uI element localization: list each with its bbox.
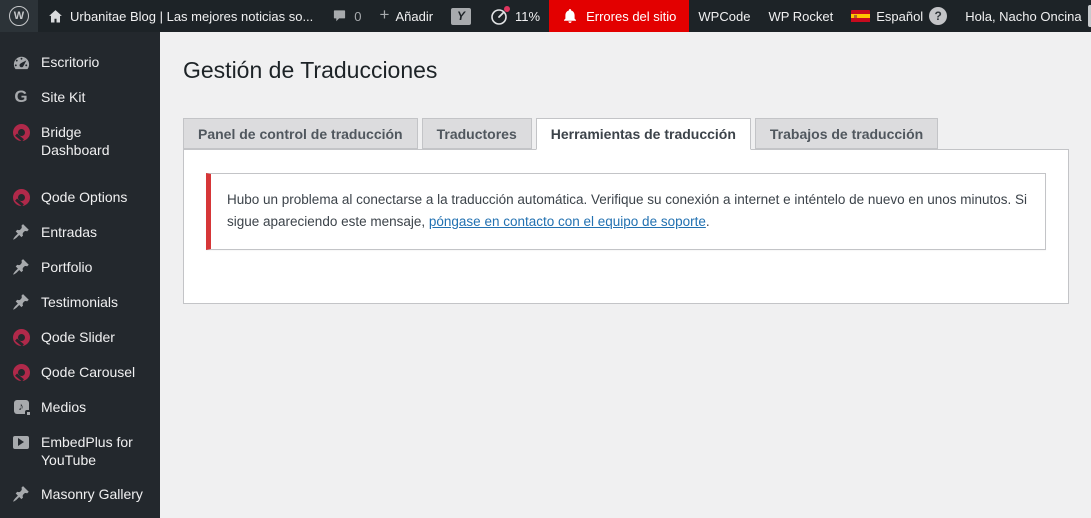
- error-notice-suffix: .: [705, 214, 710, 230]
- sidebar-item-medios[interactable]: ♪ Medios: [0, 390, 160, 425]
- wprocket-menu[interactable]: WP Rocket: [759, 0, 842, 32]
- spain-flag-icon: [851, 9, 871, 23]
- sidebar-item-site-kit[interactable]: G Site Kit: [0, 80, 160, 115]
- wpcode-label: WPCode: [698, 8, 751, 24]
- sidebar-item-label: Qode Slider: [41, 329, 115, 345]
- gauge-icon: [489, 6, 511, 26]
- google-g-icon: G: [14, 87, 28, 106]
- main-content: Gestión de Traducciones Panel de control…: [160, 32, 1091, 518]
- support-link[interactable]: póngase en contacto con el equipo de sop…: [429, 214, 706, 229]
- sidebar-item-label: Portfolio: [41, 259, 93, 275]
- language-menu[interactable]: Español ?: [842, 0, 956, 32]
- tab-herramientas-de-traduccion[interactable]: Herramientas de traducción: [535, 118, 751, 150]
- tab-traductores[interactable]: Traductores: [421, 118, 532, 149]
- language-label: Español: [876, 8, 924, 24]
- qode-logo-icon: [11, 362, 31, 382]
- seo-score-value: 11%: [515, 8, 541, 24]
- comment-bubble-icon: [334, 10, 346, 22]
- wordpress-logo-icon: W: [9, 6, 29, 26]
- sidebar-item-label: Escritorio: [41, 54, 100, 70]
- sidebar-item-label: Medios: [41, 399, 87, 415]
- site-errors-menu[interactable]: Errores del sitio: [549, 0, 690, 32]
- dashboard-icon: [11, 52, 31, 72]
- sidebar-item-embedplus-youtube[interactable]: EmbedPlus for YouTube: [0, 425, 160, 477]
- sidebar-item-label: Masonry Gallery: [41, 486, 143, 502]
- wprocket-label: WP Rocket: [768, 8, 834, 24]
- sidebar-item-label: Bridge Dashboard: [41, 124, 110, 158]
- home-icon: [49, 9, 62, 22]
- yoast-menu[interactable]: Y: [442, 0, 480, 32]
- sidebar-item-bridge-dashboard[interactable]: Bridge Dashboard: [0, 115, 160, 167]
- yoast-icon: Y: [451, 7, 472, 25]
- sidebar-separator: [0, 167, 160, 180]
- sidebar-item-label: Site Kit: [41, 89, 86, 105]
- wordpress-menu[interactable]: W: [0, 0, 38, 32]
- sidebar-item-qode-options[interactable]: Qode Options: [0, 180, 160, 215]
- sidebar-item-qode-slider[interactable]: Qode Slider: [0, 320, 160, 355]
- comments-menu[interactable]: 0: [322, 0, 370, 32]
- pushpin-icon: [11, 257, 31, 277]
- avatar: [1087, 5, 1091, 27]
- pushpin-icon: [11, 222, 31, 242]
- sidebar-item-portfolio[interactable]: Portfolio: [0, 250, 160, 285]
- seo-score-menu[interactable]: 11%: [480, 0, 549, 32]
- qode-logo-icon: [11, 187, 31, 207]
- sidebar-item-paginas[interactable]: Páginas: [0, 512, 160, 518]
- gauge-alert-dot: [504, 6, 511, 12]
- qode-logo-icon: [11, 327, 31, 347]
- new-content-label: Añadir: [395, 8, 434, 24]
- plus-icon: +: [379, 5, 390, 24]
- sidebar-item-qode-carousel[interactable]: Qode Carousel: [0, 355, 160, 390]
- sidebar-item-label: Testimonials: [41, 294, 119, 310]
- sidebar-item-label: EmbedPlus for YouTube: [41, 434, 133, 468]
- help-icon[interactable]: ?: [929, 7, 948, 25]
- sidebar-item-masonry-gallery[interactable]: Masonry Gallery: [0, 477, 160, 512]
- pushpin-icon: [11, 292, 31, 312]
- error-notice: Hubo un problema al conectarse a la trad…: [206, 173, 1046, 250]
- pushpin-icon: [11, 484, 31, 504]
- comments-count: 0: [354, 8, 362, 24]
- account-greeting: Hola, Nacho Oncina: [965, 8, 1082, 24]
- tab-panel-de-control[interactable]: Panel de control de traducción: [183, 118, 418, 149]
- tab-trabajos-de-traduccion[interactable]: Trabajos de traducción: [754, 118, 939, 149]
- sidebar-item-label: Qode Carousel: [41, 364, 136, 380]
- sidebar-item-escritorio[interactable]: Escritorio: [0, 45, 160, 80]
- wpcode-menu[interactable]: WPCode: [689, 0, 759, 32]
- site-name-menu[interactable]: Urbanitae Blog | Las mejores noticias so…: [38, 0, 322, 32]
- tab-content-panel: Hubo un problema al conectarse a la trad…: [183, 149, 1069, 304]
- admin-topbar: W Urbanitae Blog | Las mejores noticias …: [0, 0, 1091, 32]
- qode-logo-icon: [11, 122, 31, 142]
- sidebar-item-entradas[interactable]: Entradas: [0, 215, 160, 250]
- youtube-play-icon: [11, 432, 31, 452]
- sidebar-item-label: Entradas: [41, 224, 98, 240]
- admin-sidebar: Escritorio G Site Kit Bridge Dashboard Q…: [0, 32, 160, 518]
- tab-bar: Panel de control de traducción Traductor…: [183, 118, 1069, 150]
- sidebar-item-testimonials[interactable]: Testimonials: [0, 285, 160, 320]
- page-title: Gestión de Traducciones: [183, 57, 438, 83]
- site-errors-label: Errores del sitio: [586, 8, 677, 24]
- media-icon: ♪: [11, 397, 32, 417]
- sidebar-item-label: Qode Options: [41, 189, 128, 205]
- account-menu[interactable]: Hola, Nacho Oncina: [956, 0, 1091, 32]
- new-content-menu[interactable]: + Añadir: [371, 0, 443, 32]
- site-name-label: Urbanitae Blog | Las mejores noticias so…: [70, 8, 314, 24]
- bell-icon: [564, 9, 577, 23]
